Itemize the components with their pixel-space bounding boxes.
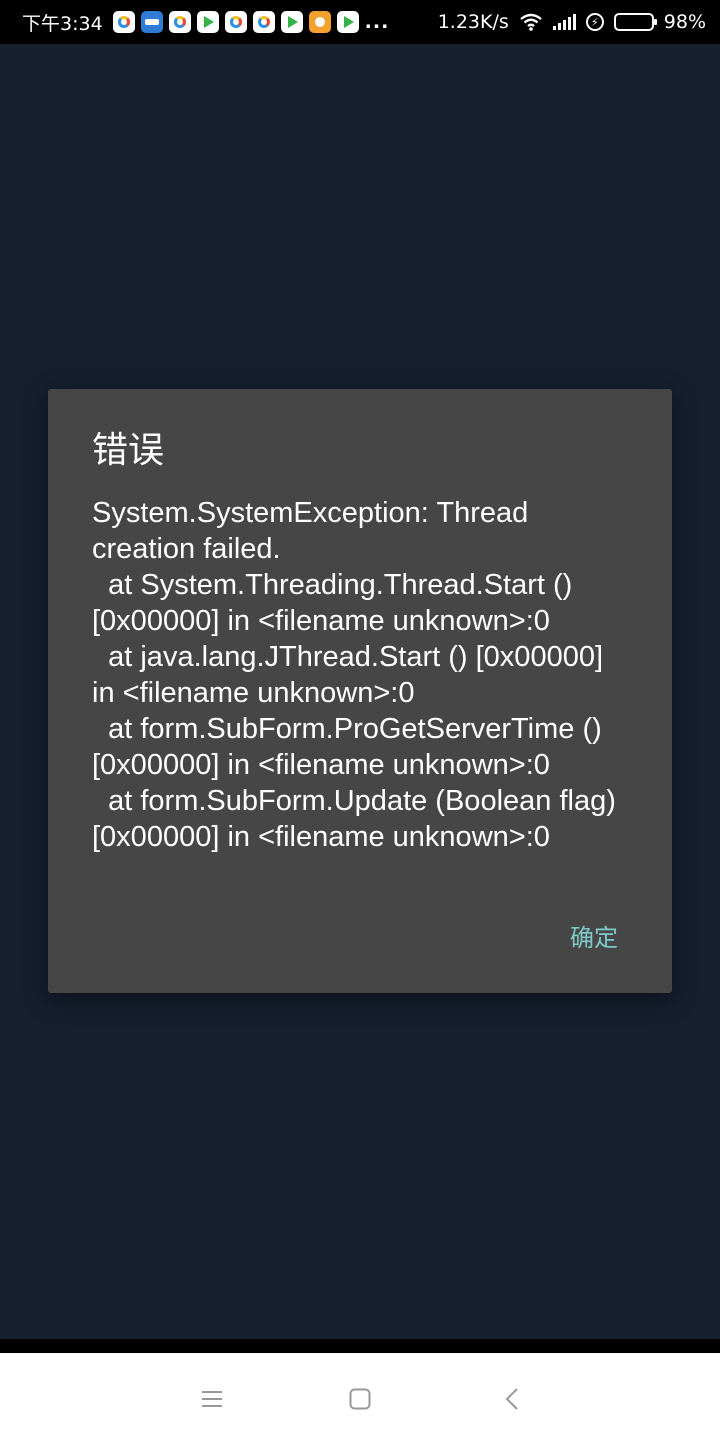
dialog-message: System.SystemException: Thread creation … xyxy=(92,497,616,853)
wifi-icon xyxy=(520,13,542,31)
app-a-icon xyxy=(252,11,275,33)
play-icon xyxy=(280,11,303,33)
charging-icon: ⚡ xyxy=(585,13,604,31)
app-c-icon xyxy=(308,11,331,33)
notification-icons xyxy=(112,11,359,33)
battery-percent: 98% xyxy=(663,11,706,33)
navigation-bar xyxy=(0,1339,720,1440)
battery-icon xyxy=(613,13,657,31)
dialog-actions: 确定 xyxy=(570,912,618,959)
clock: 下午3:34 xyxy=(22,12,103,35)
ok-button[interactable]: 确定 xyxy=(570,912,618,959)
app-b-icon xyxy=(140,11,163,33)
home-button[interactable] xyxy=(340,1383,380,1415)
network-speed: 1.23K/s xyxy=(437,11,509,33)
back-button[interactable] xyxy=(492,1383,532,1415)
menu-icon xyxy=(202,1391,222,1407)
error-dialog: 错误 System.SystemException: Thread creati… xyxy=(48,389,672,993)
status-bar: 下午3:34 ... 1.23K/s ⚡ 98% xyxy=(0,0,720,44)
app-a-icon xyxy=(168,11,191,33)
menu-button[interactable] xyxy=(192,1383,232,1415)
app-a-icon xyxy=(224,11,247,33)
home-icon xyxy=(349,1388,371,1410)
app-a-icon xyxy=(112,11,135,33)
more-notifications-icon: ... xyxy=(364,11,390,33)
signal-icon xyxy=(552,14,576,30)
play-icon xyxy=(196,11,219,33)
back-icon xyxy=(505,1388,518,1410)
play-icon xyxy=(336,11,359,33)
dialog-title: 错误 xyxy=(92,430,165,471)
